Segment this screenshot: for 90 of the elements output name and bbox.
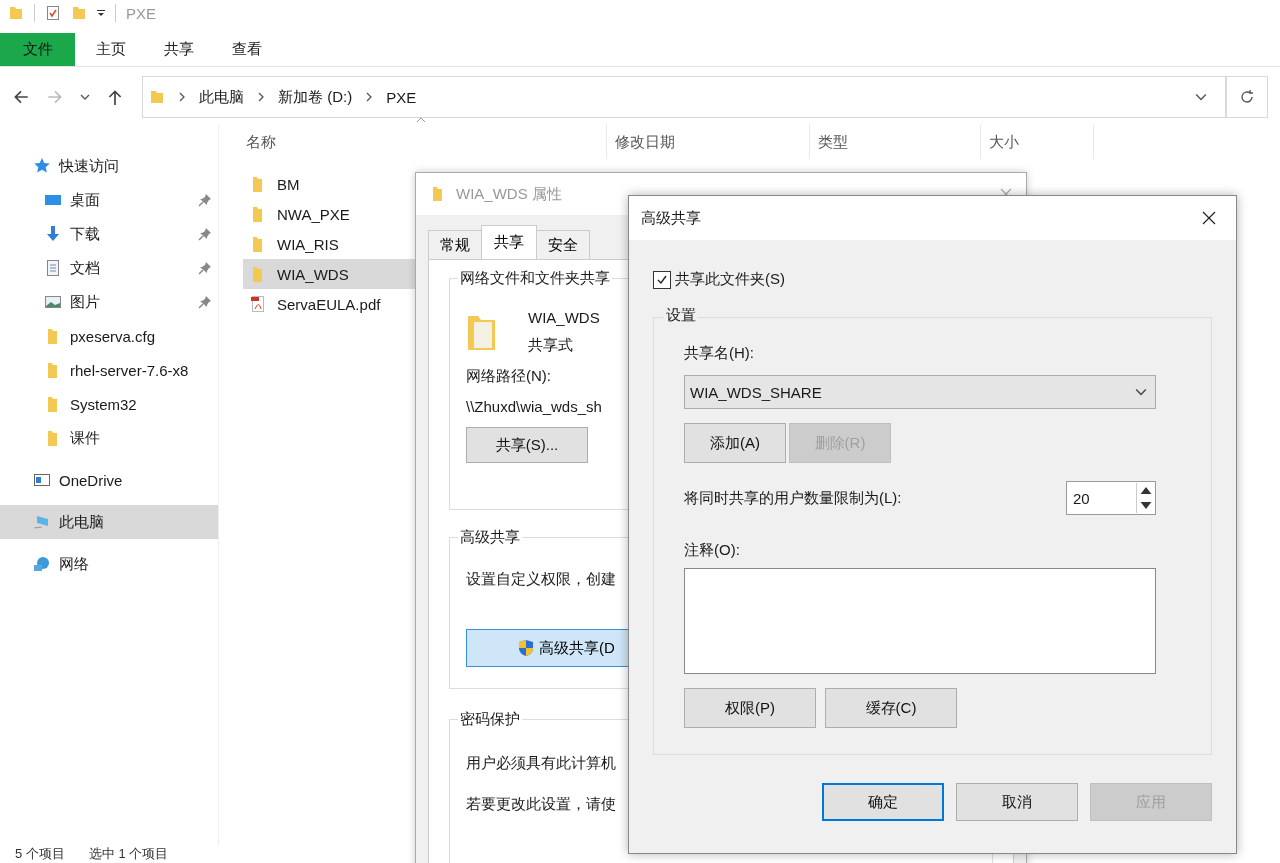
computer-icon bbox=[33, 513, 51, 531]
back-icon[interactable] bbox=[12, 88, 30, 106]
dialog-tab[interactable]: 常规 bbox=[428, 230, 482, 259]
window-icon bbox=[33, 471, 51, 489]
chevron-right-icon bbox=[177, 92, 187, 102]
breadcrumb-item[interactable]: 新加卷 (D:) bbox=[278, 87, 353, 107]
dialog-title: 高级共享 bbox=[641, 208, 701, 228]
file-row[interactable]: NWA_PXE bbox=[243, 199, 419, 229]
file-row[interactable]: WIA_RIS bbox=[243, 229, 419, 259]
chevron-right-icon bbox=[256, 92, 266, 102]
breadcrumb-item[interactable]: PXE bbox=[386, 88, 417, 106]
ribbon-tab[interactable]: 共享 bbox=[147, 33, 211, 66]
dialog-tab[interactable]: 安全 bbox=[536, 230, 590, 259]
comment-field[interactable] bbox=[684, 568, 1156, 674]
properties-icon[interactable] bbox=[45, 5, 61, 21]
folder-icon bbox=[149, 89, 165, 105]
sort-ascending-icon bbox=[416, 117, 426, 123]
share-button[interactable]: 共享(S)... bbox=[466, 427, 588, 463]
dropdown-icon[interactable] bbox=[97, 9, 105, 17]
description-text: 若要更改此设置，请使 bbox=[466, 795, 616, 814]
chevron-down-icon bbox=[1135, 386, 1147, 398]
window-title: PXE bbox=[126, 4, 156, 22]
dialog-button[interactable]: 缓存(C) bbox=[825, 688, 957, 728]
nav-item[interactable]: 下载 bbox=[0, 217, 218, 251]
dialog-button[interactable]: 取消 bbox=[956, 783, 1078, 821]
ribbon-tab[interactable]: 主页 bbox=[79, 33, 143, 66]
checkbox[interactable] bbox=[653, 270, 671, 289]
network-icon bbox=[33, 555, 51, 573]
pin-icon[interactable] bbox=[198, 261, 212, 275]
folder-icon bbox=[8, 5, 24, 21]
column-header[interactable]: 大小 bbox=[981, 125, 1094, 159]
file-row[interactable]: ServaEULA.pdf bbox=[243, 289, 419, 319]
ribbon-tab[interactable]: 文件 bbox=[0, 33, 75, 66]
ribbon-tab[interactable]: 查看 bbox=[215, 33, 279, 66]
file-row[interactable]: BM bbox=[243, 169, 419, 199]
network-path: \\Zhuxd\wia_wds_sh bbox=[466, 398, 602, 415]
comment-label: 注释(O): bbox=[684, 541, 740, 560]
description-text: 设置自定义权限，创建 bbox=[466, 570, 616, 589]
dialog-tab[interactable]: 共享 bbox=[481, 225, 537, 259]
status-text: 5 个项目 bbox=[15, 845, 65, 863]
dialog-title: WIA_WDS 属性 bbox=[456, 184, 562, 204]
nav-item[interactable]: 课件 bbox=[0, 421, 218, 455]
group-title: 设置 bbox=[664, 306, 698, 325]
nav-item[interactable]: 快速访问 bbox=[0, 149, 218, 183]
status-text: 选中 1 个项目 bbox=[88, 845, 169, 863]
user-limit-label: 将同时共享的用户数量限制为(L): bbox=[684, 488, 902, 508]
share-name-label: 共享名(H): bbox=[684, 344, 754, 363]
chevron-down-icon[interactable] bbox=[80, 92, 90, 102]
group-title: 密码保护 bbox=[458, 710, 522, 729]
pdf-icon bbox=[249, 295, 267, 313]
checkmark-icon bbox=[656, 273, 668, 286]
nav-item[interactable]: 图片 bbox=[0, 285, 218, 319]
path-label: 网络路径(N): bbox=[466, 367, 551, 386]
nav-item[interactable]: 网络 bbox=[0, 547, 218, 581]
column-header[interactable]: 修改日期 bbox=[607, 125, 810, 159]
group-title: 网络文件和文件夹共享 bbox=[458, 269, 612, 288]
nav-item[interactable]: 桌面 bbox=[0, 183, 218, 217]
folder-name: WIA_WDS bbox=[528, 309, 600, 326]
pin-icon[interactable] bbox=[198, 227, 212, 241]
document-icon bbox=[44, 259, 62, 277]
dialog-button[interactable]: 添加(A) bbox=[684, 423, 786, 463]
description-text: 用户必须具有此计算机 bbox=[466, 754, 616, 773]
address-bar[interactable]: 此电脑 新加卷 (D:) PXE bbox=[142, 76, 1226, 118]
up-icon[interactable] bbox=[106, 88, 124, 106]
nav-item[interactable]: OneDrive bbox=[0, 463, 218, 497]
nav-item[interactable]: pxeserva.cfg bbox=[0, 319, 218, 353]
user-limit-spinner[interactable]: 20 bbox=[1066, 481, 1156, 515]
download-icon bbox=[44, 225, 62, 243]
column-header[interactable]: 类型 bbox=[810, 125, 981, 159]
chevron-down-icon[interactable] bbox=[1195, 91, 1207, 103]
dialog-button[interactable]: 权限(P) bbox=[684, 688, 816, 728]
dialog-button[interactable]: 确定 bbox=[822, 783, 944, 821]
close-icon[interactable] bbox=[1202, 211, 1216, 225]
nav-item[interactable]: rhel-server-7.6-x8 bbox=[0, 353, 218, 387]
picture-icon bbox=[44, 293, 62, 311]
nav-item[interactable]: System32 bbox=[0, 387, 218, 421]
pin-icon[interactable] bbox=[198, 193, 212, 207]
column-header[interactable]: 名称 bbox=[219, 125, 607, 159]
refresh-icon bbox=[1239, 89, 1255, 105]
star-icon bbox=[33, 157, 51, 175]
refresh-button[interactable] bbox=[1226, 76, 1268, 118]
breadcrumb-item[interactable]: 此电脑 bbox=[199, 87, 244, 107]
shield-icon bbox=[517, 639, 536, 657]
share-folder-checkbox[interactable]: 共享此文件夹(S) bbox=[653, 270, 785, 289]
nav-item[interactable]: 文档 bbox=[0, 251, 218, 285]
share-name-dropdown[interactable]: WIA_WDS_SHARE bbox=[684, 375, 1156, 409]
share-status: 共享式 bbox=[528, 336, 574, 355]
group-title: 高级共享 bbox=[458, 528, 522, 547]
pin-icon[interactable] bbox=[198, 295, 212, 309]
nav-item[interactable]: 此电脑 bbox=[0, 505, 218, 539]
